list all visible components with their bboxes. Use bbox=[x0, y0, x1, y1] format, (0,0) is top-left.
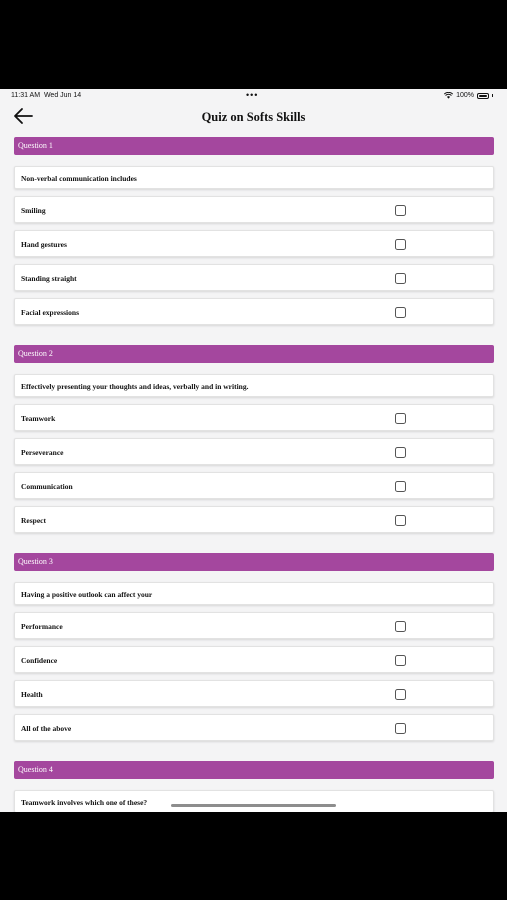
question-header: Question 2 bbox=[14, 345, 494, 363]
checkbox[interactable] bbox=[395, 205, 406, 216]
question-header: Question 1 bbox=[14, 137, 494, 155]
checkbox[interactable] bbox=[395, 239, 406, 250]
checkbox[interactable] bbox=[395, 447, 406, 458]
answer-option[interactable]: Confidence bbox=[14, 646, 494, 673]
status-right: 100% bbox=[444, 92, 493, 99]
checkbox[interactable] bbox=[395, 515, 406, 526]
wifi-icon bbox=[444, 92, 454, 99]
question-block: Question 1 Non-verbal communication incl… bbox=[14, 137, 494, 325]
checkbox[interactable] bbox=[395, 621, 406, 632]
option-label: Hand gestures bbox=[21, 240, 67, 249]
option-label: All of the above bbox=[21, 724, 72, 733]
checkbox[interactable] bbox=[395, 273, 406, 284]
battery-percent: 100% bbox=[456, 92, 474, 99]
status-time: 11:31 AM Wed Jun 14 bbox=[11, 92, 82, 99]
option-label: Teamwork bbox=[21, 414, 56, 423]
question-block: Question 2 Effectively presenting your t… bbox=[14, 345, 494, 533]
option-label: Facial expressions bbox=[21, 308, 79, 317]
option-label: Health bbox=[21, 690, 43, 699]
checkbox[interactable] bbox=[395, 655, 406, 666]
option-label: Performance bbox=[21, 622, 63, 631]
app-screen: 11:31 AM Wed Jun 14 ••• 100% Quiz on Sof… bbox=[0, 89, 507, 812]
answer-option[interactable]: Facial expressions bbox=[14, 298, 494, 325]
battery-icon bbox=[477, 92, 489, 99]
option-label: Standing straight bbox=[21, 274, 77, 283]
question-header: Question 3 bbox=[14, 553, 494, 571]
question-text: Non-verbal communication includes bbox=[14, 166, 494, 189]
option-label: Perseverance bbox=[21, 448, 64, 457]
option-label: Communication bbox=[21, 482, 73, 491]
answer-option[interactable]: Communication bbox=[14, 472, 494, 499]
question-header: Question 4 bbox=[14, 761, 494, 779]
option-label: Confidence bbox=[21, 656, 58, 665]
answer-option[interactable]: Standing straight bbox=[14, 264, 494, 291]
nav-bar: Quiz on Softs Skills bbox=[0, 103, 507, 135]
answer-option[interactable]: Teamwork bbox=[14, 404, 494, 431]
checkbox[interactable] bbox=[395, 307, 406, 318]
quiz-content: Question 1 Non-verbal communication incl… bbox=[14, 137, 494, 812]
checkbox[interactable] bbox=[395, 413, 406, 424]
horizontal-scrollbar[interactable] bbox=[171, 804, 336, 807]
checkbox[interactable] bbox=[395, 723, 406, 734]
answer-option[interactable]: Smiling bbox=[14, 196, 494, 223]
answer-option[interactable]: Respect bbox=[14, 506, 494, 533]
checkbox[interactable] bbox=[395, 481, 406, 492]
multitasking-dots[interactable]: ••• bbox=[246, 90, 258, 100]
answer-option[interactable]: Performance bbox=[14, 612, 494, 639]
question-text: Having a positive outlook can affect you… bbox=[14, 582, 494, 605]
checkbox[interactable] bbox=[395, 689, 406, 700]
question-text: Effectively presenting your thoughts and… bbox=[14, 374, 494, 397]
page-title: Quiz on Softs Skills bbox=[201, 110, 306, 124]
question-block: Question 3 Having a positive outlook can… bbox=[14, 553, 494, 741]
status-bar: 11:31 AM Wed Jun 14 ••• 100% bbox=[0, 89, 507, 103]
question-text: Teamwork involves which one of these? bbox=[14, 790, 494, 812]
answer-option[interactable]: All of the above bbox=[14, 714, 494, 741]
answer-option[interactable]: Perseverance bbox=[14, 438, 494, 465]
option-label: Smiling bbox=[21, 206, 46, 215]
option-label: Respect bbox=[21, 516, 46, 525]
answer-option[interactable]: Hand gestures bbox=[14, 230, 494, 257]
answer-option[interactable]: Health bbox=[14, 680, 494, 707]
